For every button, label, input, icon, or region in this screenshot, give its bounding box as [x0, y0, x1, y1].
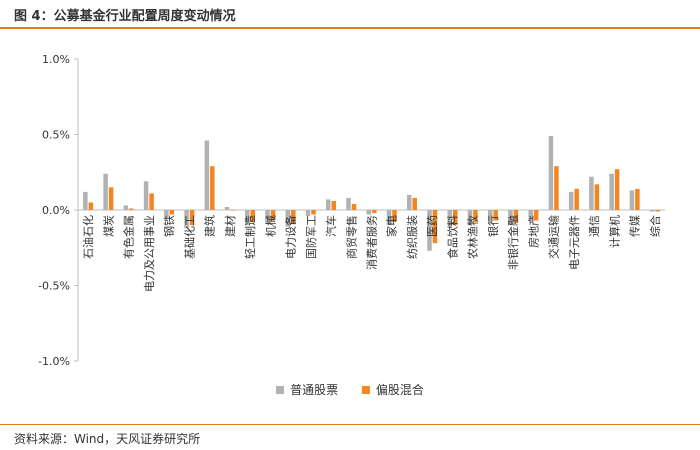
x-category-label: 医药 — [426, 215, 439, 237]
bar-series-b — [351, 203, 357, 210]
bar-series-b — [88, 202, 94, 210]
bar-series-b — [108, 187, 114, 210]
x-category-label: 银行 — [486, 215, 500, 237]
x-category-label: 电力及公用事业 — [143, 215, 156, 292]
x-category-label: 建筑 — [203, 215, 217, 237]
x-category-label: 综合 — [648, 215, 662, 237]
x-category-label: 纺织服装 — [405, 215, 419, 259]
y-tick-label: 1.0% — [42, 53, 70, 66]
legend-swatch-series-b — [361, 385, 370, 394]
bar-series-a — [346, 197, 351, 210]
figure-title: 图 4：公募基金行业配置周度变动情况 — [14, 9, 236, 24]
legend: 普通股票 偏股混合 — [0, 381, 700, 398]
x-category-label: 传媒 — [629, 215, 642, 237]
bar-series-a — [548, 136, 554, 210]
x-category-label: 国防军工 — [304, 215, 318, 259]
bar-series-a — [589, 176, 594, 210]
x-category-label: 有色金属 — [122, 215, 136, 259]
bar-series-b — [331, 200, 337, 210]
legend-swatch-series-a — [276, 385, 285, 394]
x-category-label: 食品饮料 — [445, 215, 459, 259]
bar-series-b — [372, 210, 377, 214]
bar-series-a — [123, 205, 129, 210]
bar-series-b — [635, 188, 640, 210]
bar-series-b — [655, 210, 660, 212]
legend-label-series-a: 普通股票 — [290, 383, 339, 397]
title-divider — [0, 27, 700, 29]
y-tick-label: 0.5% — [42, 129, 70, 142]
bar-series-b — [594, 184, 600, 210]
x-category-label: 煤炭 — [102, 215, 115, 237]
x-category-label: 电力设备 — [284, 215, 298, 259]
bar-series-b — [554, 166, 559, 210]
bar-series-a — [204, 140, 210, 210]
y-tick-label: -0.5% — [38, 280, 70, 293]
y-tick-label: -1.0% — [38, 355, 70, 368]
x-category-label: 建材 — [223, 215, 237, 237]
bar-series-a — [406, 194, 412, 210]
x-category-label: 轻工制造 — [243, 215, 257, 259]
bar-series-b — [574, 188, 579, 210]
bar-series-a — [609, 173, 614, 210]
footer-divider — [0, 424, 700, 425]
bar-series-a — [366, 210, 371, 215]
x-category-label: 家电 — [385, 215, 399, 237]
source-note: 资料来源：Wind，天风证券研究所 — [14, 432, 201, 446]
x-category-label: 基础化工 — [182, 215, 196, 259]
bar-series-b — [230, 210, 235, 211]
bar-series-b — [169, 210, 175, 215]
bar-series-a — [568, 191, 574, 210]
x-category-label: 电子元器件 — [568, 215, 581, 270]
x-category-label: 房地产 — [526, 215, 540, 248]
x-category-label: 通信 — [588, 215, 601, 237]
legend-label-series-b: 偏股混合 — [375, 383, 424, 397]
legend-item-series-b: 偏股混合 — [361, 381, 424, 398]
x-category-label: 钢铁 — [163, 215, 176, 237]
bar-series-a — [326, 199, 331, 210]
bar-series-a — [649, 210, 655, 212]
bar-series-b — [412, 197, 417, 210]
bar-series-b — [210, 166, 215, 210]
x-category-label: 计算机 — [607, 215, 621, 248]
x-category-label: 农林渔牧 — [466, 215, 480, 259]
bar-series-b — [311, 210, 316, 215]
bar-series-a — [83, 191, 88, 210]
x-category-label: 消费者服务 — [365, 215, 379, 270]
bar-series-a — [224, 206, 230, 210]
x-category-label: 机械 — [263, 215, 277, 237]
x-category-label: 商贸零售 — [344, 215, 358, 259]
x-category-label: 非银行金融 — [506, 215, 520, 270]
bar-series-b — [149, 193, 154, 210]
bar-series-b — [129, 208, 134, 210]
x-category-label: 石油石化 — [81, 215, 95, 259]
legend-item-series-a: 普通股票 — [276, 381, 338, 398]
y-tick-label: 0.0% — [42, 204, 70, 217]
x-category-label: 汽车 — [324, 215, 338, 237]
bar-series-a — [629, 190, 635, 210]
bar-chart: 1.0% 0.5% 0.0% -0.5% -1.0% 石油石化 煤炭 有色金属 电力及公用事业钢… — [38, 53, 665, 368]
bar-series-a — [103, 173, 108, 210]
bar-series-b — [614, 169, 620, 210]
x-category-label: 交通运输 — [547, 215, 561, 259]
bar-series-a — [143, 181, 149, 210]
